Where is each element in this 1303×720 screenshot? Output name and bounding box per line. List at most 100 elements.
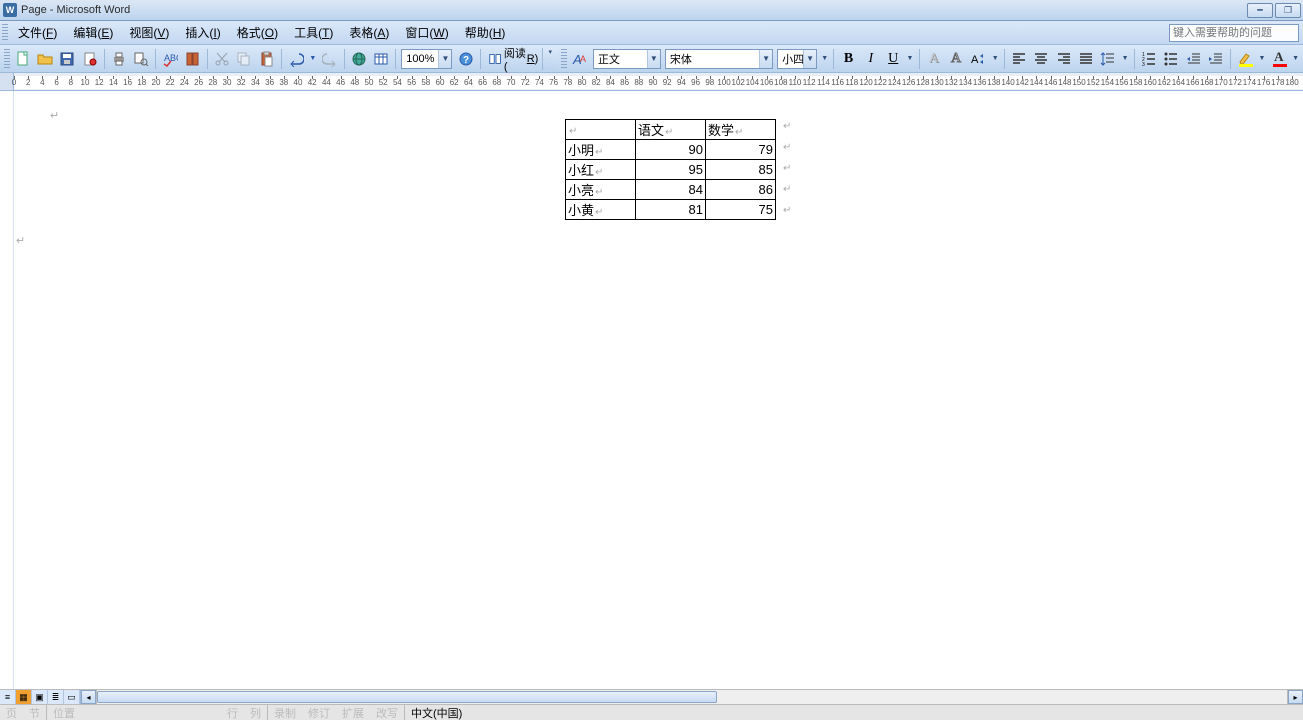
status-ovr[interactable]: 改写	[370, 705, 404, 720]
bullets-button[interactable]	[1161, 48, 1181, 70]
help-search-box[interactable]	[1169, 24, 1299, 42]
scroll-track[interactable]	[96, 690, 1288, 704]
align-center-button[interactable]	[1031, 48, 1051, 70]
table-cell-score[interactable]: 95	[636, 160, 706, 180]
line-spacing-button[interactable]	[1098, 48, 1118, 70]
char-scaling-dropdown[interactable]: ▼	[991, 48, 1000, 70]
style-dropdown-icon[interactable]: ▼	[647, 50, 660, 68]
menu-format[interactable]: 格式(O)	[229, 21, 286, 44]
cut-button[interactable]	[212, 48, 232, 70]
table-row[interactable]: 小红↵ 95 85	[566, 160, 776, 180]
status-ext[interactable]: 扩展	[336, 705, 370, 720]
print-layout-view-button[interactable]: ▣	[32, 690, 48, 704]
toolbar-overflow-1[interactable]: ▾	[542, 48, 557, 70]
reading-layout-button[interactable]: 阅读(R)	[484, 49, 543, 69]
scroll-thumb[interactable]	[97, 691, 717, 703]
table-cell-score[interactable]: 79	[706, 140, 776, 160]
font-size-dropdown-extra[interactable]: ▼	[820, 48, 829, 70]
vertical-ruler[interactable]	[0, 91, 14, 689]
menu-help[interactable]: 帮助(H)	[457, 21, 514, 44]
font-color-dropdown[interactable]: ▼	[1291, 48, 1300, 70]
table-cell-name[interactable]: 小红↵	[566, 160, 636, 180]
horizontal-ruler[interactable]: 0246810121416182022242628303234363840424…	[0, 73, 1303, 91]
font-color-button[interactable]: A	[1269, 48, 1289, 70]
table-row[interactable]: 小亮↵ 84 86	[566, 180, 776, 200]
toolbar-grip-2[interactable]	[561, 49, 567, 69]
table-header-row[interactable]: ↵ 语文↵ 数学↵	[566, 120, 776, 140]
increase-indent-button[interactable]	[1206, 48, 1226, 70]
highlight-button[interactable]	[1235, 48, 1255, 70]
font-size-dropdown-icon[interactable]: ▼	[803, 50, 816, 68]
menubar-grip[interactable]	[2, 24, 8, 42]
line-spacing-dropdown[interactable]: ▼	[1120, 48, 1129, 70]
table-header-empty[interactable]: ↵	[566, 120, 636, 140]
status-rec[interactable]: 录制	[267, 705, 302, 720]
styles-button[interactable]: AA	[570, 48, 590, 70]
menu-insert[interactable]: 插入(I)	[177, 21, 228, 44]
undo-dropdown[interactable]: ▼	[308, 48, 317, 70]
menu-tools[interactable]: 工具(T)	[286, 21, 341, 44]
font-size-combo[interactable]: 小四▼	[777, 49, 817, 69]
print-button[interactable]	[109, 48, 129, 70]
menu-edit[interactable]: 编辑(E)	[65, 21, 121, 44]
table-header-col2[interactable]: 数学↵	[706, 120, 776, 140]
menu-file[interactable]: 文件(F)	[10, 21, 65, 44]
char-scaling-button[interactable]: A	[968, 48, 988, 70]
highlight-dropdown[interactable]: ▼	[1257, 48, 1266, 70]
tables-borders-button[interactable]	[371, 48, 391, 70]
table-cell-score[interactable]: 86	[706, 180, 776, 200]
table-row[interactable]: 小黄↵ 81 75	[566, 200, 776, 220]
spelling-button[interactable]: ABC	[160, 48, 180, 70]
new-document-button[interactable]	[13, 48, 33, 70]
undo-button[interactable]	[286, 48, 306, 70]
copy-button[interactable]	[234, 48, 254, 70]
save-button[interactable]	[57, 48, 77, 70]
zoom-combo[interactable]: 100%▼	[401, 49, 452, 69]
minimize-button[interactable]: ━	[1247, 3, 1273, 18]
outline-text-button[interactable]: A	[946, 48, 966, 70]
document-area[interactable]: ↵ ↵ ↵ 语文↵ 数学↵ 小明↵ 90 79 小红↵ 95 85 小亮↵ 84…	[0, 91, 1303, 689]
font-dropdown-icon[interactable]: ▼	[759, 50, 772, 68]
scroll-right-button[interactable]: ▸	[1288, 690, 1303, 704]
web-layout-view-button[interactable]: ▦	[16, 690, 32, 704]
decrease-indent-button[interactable]	[1183, 48, 1203, 70]
document-page[interactable]: ↵ ↵ ↵ 语文↵ 数学↵ 小明↵ 90 79 小红↵ 95 85 小亮↵ 84…	[14, 91, 1303, 689]
menu-view[interactable]: 视图(V)	[121, 21, 177, 44]
redo-button[interactable]	[319, 48, 339, 70]
menu-table[interactable]: 表格(A)	[341, 21, 397, 44]
align-justify-button[interactable]	[1076, 48, 1096, 70]
help-search-input[interactable]	[1169, 24, 1299, 42]
table-row[interactable]: 小明↵ 90 79	[566, 140, 776, 160]
normal-view-button[interactable]: ≡	[0, 690, 16, 704]
table-cell-score[interactable]: 81	[636, 200, 706, 220]
scroll-left-button[interactable]: ◂	[81, 690, 96, 704]
align-left-button[interactable]	[1009, 48, 1029, 70]
reading-view-button[interactable]: ▭	[64, 690, 80, 704]
print-preview-button[interactable]	[131, 48, 151, 70]
zoom-dropdown-icon[interactable]: ▼	[438, 50, 451, 68]
menu-window[interactable]: 窗口(W)	[397, 21, 456, 44]
font-combo[interactable]: 宋体▼	[665, 49, 773, 69]
italic-button[interactable]: I	[861, 48, 881, 70]
status-rev[interactable]: 修订	[302, 705, 336, 720]
table-cell-score[interactable]: 75	[706, 200, 776, 220]
paste-button[interactable]	[257, 48, 277, 70]
underline-button[interactable]: U	[883, 48, 903, 70]
underline-dropdown[interactable]: ▼	[905, 48, 914, 70]
hyperlink-button[interactable]	[349, 48, 369, 70]
status-language[interactable]: 中文(中国)	[404, 705, 468, 720]
shadow-text-button[interactable]: A	[924, 48, 944, 70]
align-right-button[interactable]	[1053, 48, 1073, 70]
table-cell-score[interactable]: 90	[636, 140, 706, 160]
permission-button[interactable]	[79, 48, 99, 70]
table-header-col1[interactable]: 语文↵	[636, 120, 706, 140]
help-button[interactable]: ?	[455, 48, 475, 70]
outline-view-button[interactable]: ≣	[48, 690, 64, 704]
toolbar-grip-1[interactable]	[4, 49, 10, 69]
table-cell-name[interactable]: 小亮↵	[566, 180, 636, 200]
table-cell-name[interactable]: 小明↵	[566, 140, 636, 160]
bold-button[interactable]: B	[838, 48, 858, 70]
maximize-button[interactable]: ❐	[1275, 3, 1301, 18]
open-button[interactable]	[35, 48, 55, 70]
table-cell-name[interactable]: 小黄↵	[566, 200, 636, 220]
